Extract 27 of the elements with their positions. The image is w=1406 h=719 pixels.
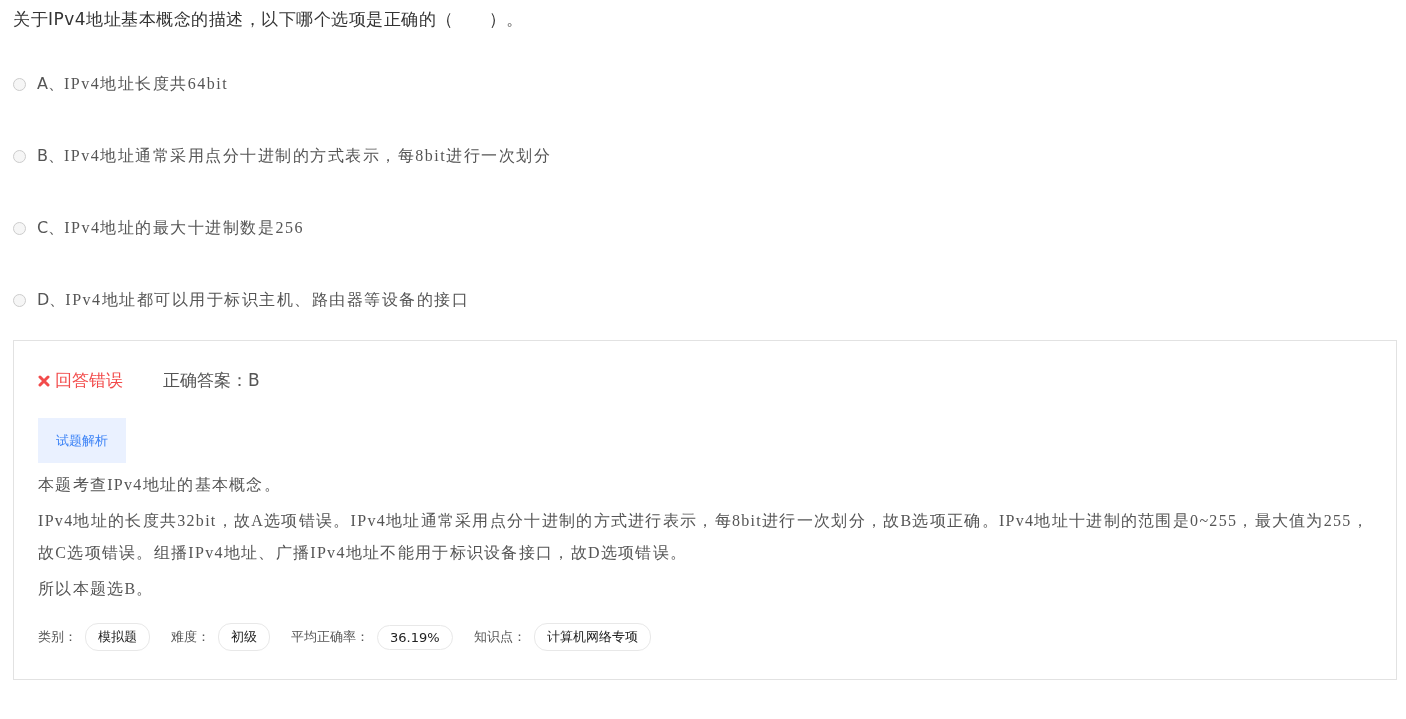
analysis-paragraph: 本题考查IPv4地址的基本概念。 — [38, 475, 283, 495]
radio-button[interactable] — [13, 78, 26, 91]
meta-tag: 模拟题 — [85, 623, 150, 651]
option-letter: B、 — [37, 146, 64, 167]
option-text: IPv4地址都可以用于标识主机、路由器等设备的接口 — [65, 290, 470, 310]
meta-label: 类别： — [38, 628, 77, 646]
option-text: IPv4地址长度共64bit — [63, 74, 229, 94]
option-letter: D、 — [37, 290, 66, 311]
analysis-paragraph: IPv4地址的长度共32bit，故A选项错误。IPv4地址通常采用点分十进制的方式进行表示，每8bit进行一次划分，故B选项正确。IPv4地址十进制的范围是0~255，最大值为255，故C选项错误。组播IPv4地址、广播IPv4地址不能用于标识设备接口，故D选项错误。 — [38, 511, 1370, 563]
radio-button[interactable] — [13, 222, 26, 235]
correct-answer: 正确答案：B — [163, 369, 260, 392]
option-letter: C、 — [37, 218, 65, 239]
meta-tag: 初级 — [218, 623, 270, 651]
option-text: IPv4地址的最大十进制数是256 — [64, 218, 304, 238]
option-text: IPv4地址通常采用点分十进制的方式表示，每8bit进行一次划分 — [64, 146, 552, 166]
meta-label: 知识点： — [473, 628, 526, 646]
option-letter: A、 — [37, 74, 64, 95]
radio-button[interactable] — [13, 294, 26, 307]
meta-label: 平均正确率： — [291, 628, 369, 646]
cross-icon — [38, 374, 50, 387]
meta-tag: 计算机网络专项 — [533, 623, 651, 651]
meta-label: 难度： — [171, 628, 210, 646]
radio-button[interactable] — [13, 150, 26, 163]
result-text: 回答错误 — [55, 369, 123, 392]
analysis-paragraph: 所以本题选B。 — [38, 579, 155, 599]
analysis-tab[interactable]: 试题解析 — [38, 418, 126, 463]
question-text: 关于IPv4地址基本概念的描述，以下哪个选项是正确的（ ）。 — [13, 8, 525, 31]
